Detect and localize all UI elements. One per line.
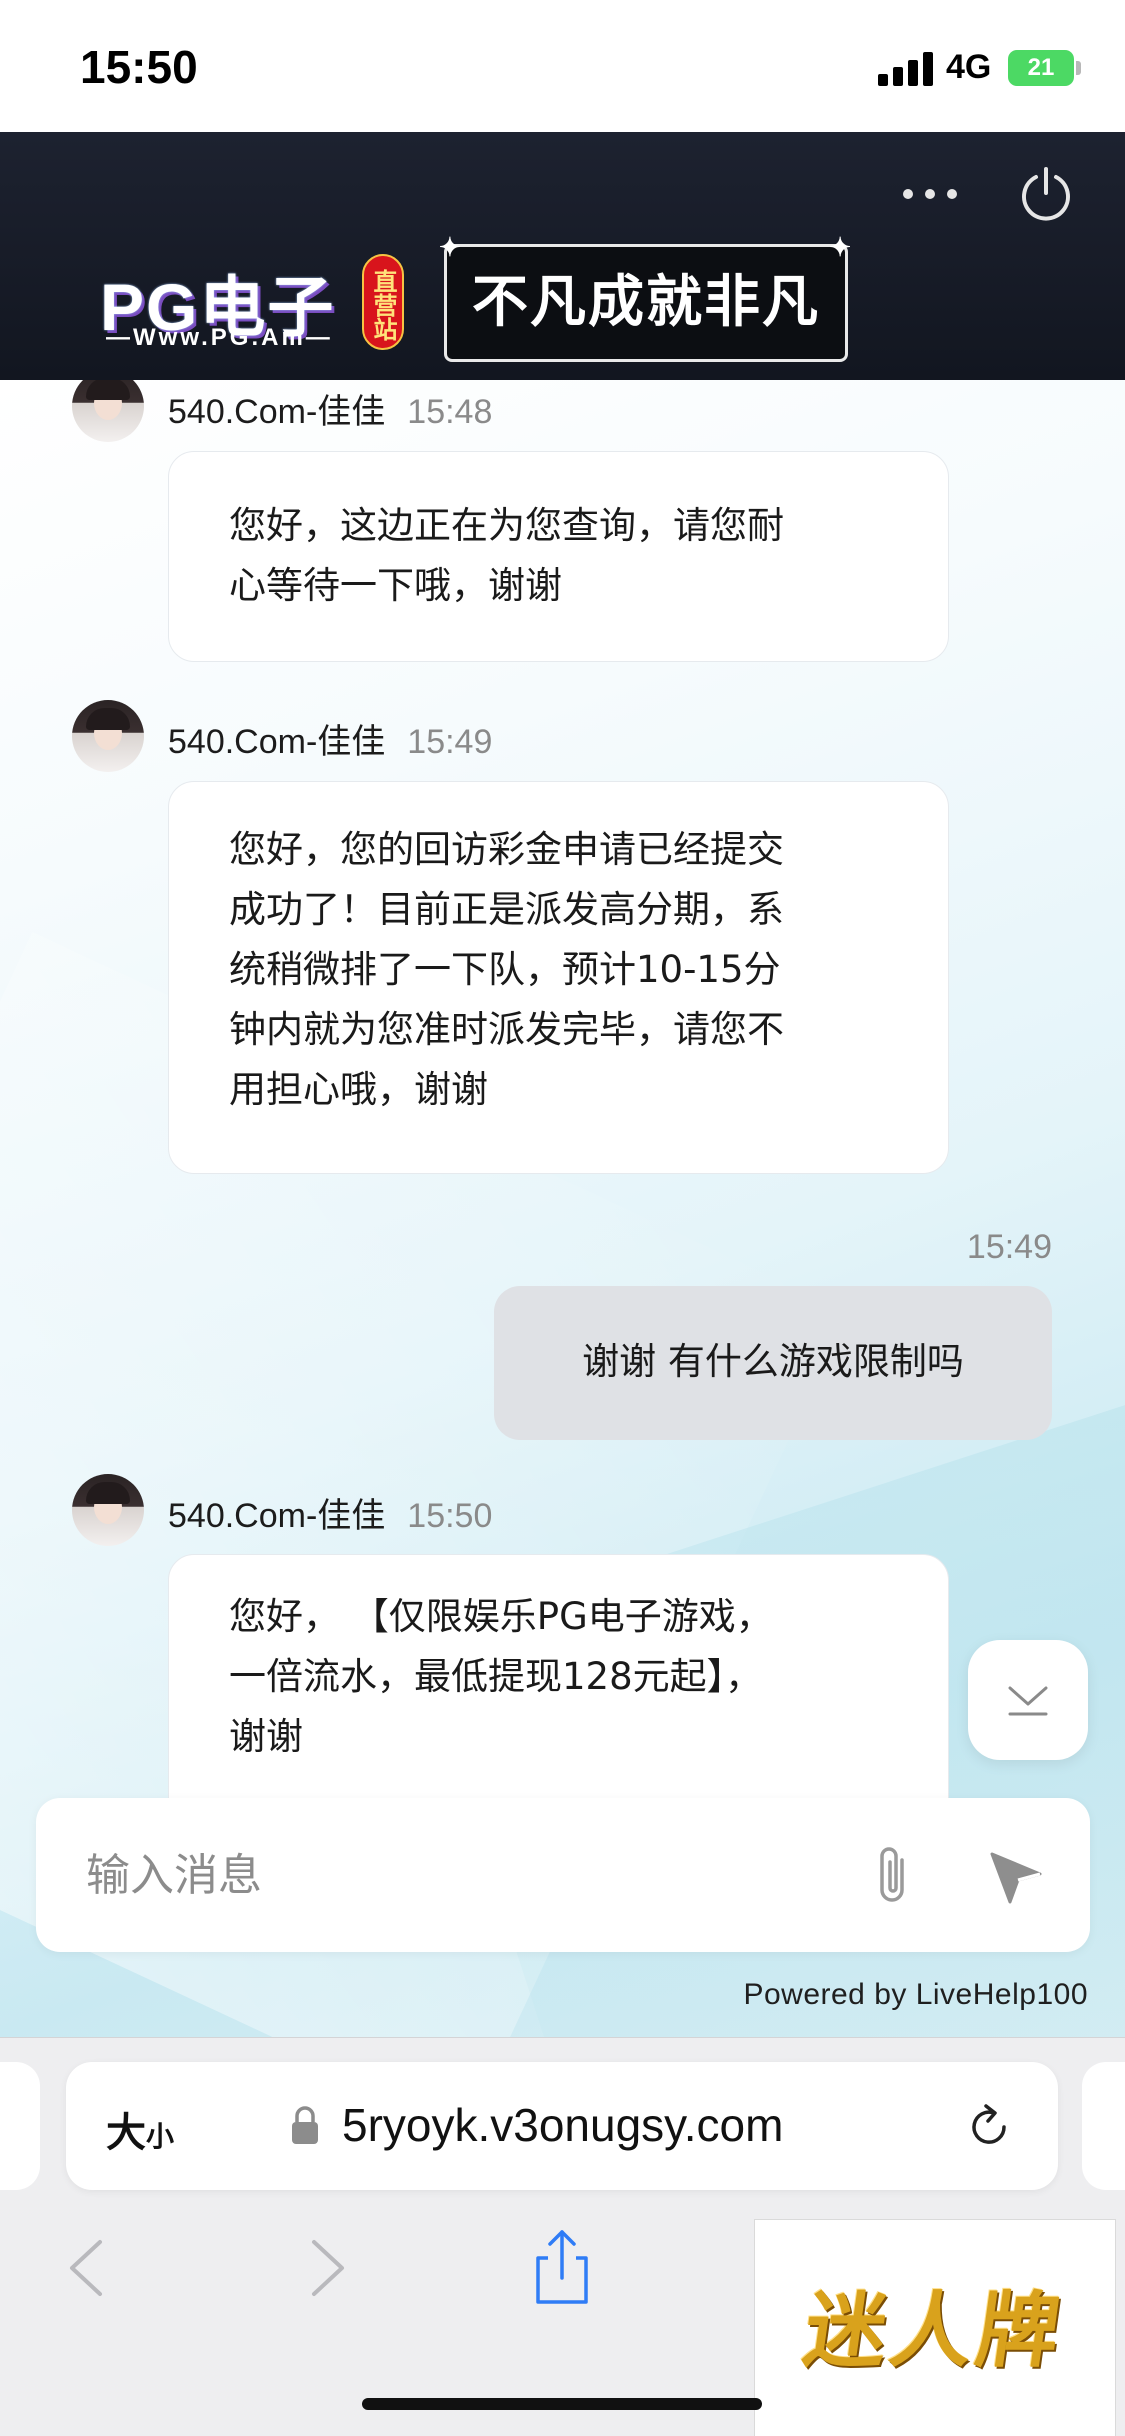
next-tab-peek[interactable] [1082, 2062, 1125, 2190]
brand-url: —Www.PG.Am— [106, 324, 333, 351]
message-time: 15:49 [407, 723, 493, 761]
text-size-small: 小 [146, 2120, 175, 2153]
ad-text: 迷人牌 [798, 2283, 1070, 2379]
message-line: 统稍微排了一下队，预计10-15分 [229, 948, 781, 991]
home-indicator [362, 2398, 762, 2410]
incoming-message-bubble: 您好，您的回访彩金申请已经提交 成功了！目前正是派发高分期，系 统稍微排了一下队… [168, 781, 949, 1174]
signal-strength-icon [878, 52, 933, 86]
message-input[interactable] [86, 1838, 846, 1912]
sender-name: 540.Com-佳佳 [168, 393, 386, 431]
power-icon[interactable] [1018, 165, 1074, 221]
agent-avatar [72, 1474, 144, 1546]
message-line: 您好，这边正在为您查询，请您耐 [229, 504, 784, 547]
outgoing-message-bubble: 谢谢 有什么游戏限制吗 [494, 1286, 1052, 1440]
message-meta: 540.Com-佳佳 15:49 [168, 714, 492, 763]
message-line: 用担心哦，谢谢 [229, 1068, 488, 1111]
message-meta: 540.Com-佳佳 15:48 [168, 384, 492, 433]
message-time: 15:48 [407, 393, 493, 431]
more-dots-icon[interactable] [900, 184, 960, 204]
message-line: 您好，您的回访彩金申请已经提交 [229, 828, 784, 871]
url-text[interactable]: 5ryoyk.v3onugsy.com [342, 2098, 783, 2152]
message-line: 一倍流水，最低提现128元起】， [229, 1655, 763, 1698]
message-line: 谢谢 有什么游戏限制吗 [582, 1340, 964, 1383]
slogan-banner: 不凡成就非凡 [439, 233, 853, 362]
brand-badge: 直营站 [362, 254, 404, 350]
forward-arrow-icon[interactable] [306, 2236, 350, 2300]
lock-icon [292, 2106, 318, 2144]
incoming-message-bubble: 您好，这边正在为您查询，请您耐 心等待一下哦，谢谢 [168, 451, 949, 662]
sender-name: 540.Com-佳佳 [168, 723, 386, 761]
back-arrow-icon[interactable] [64, 2236, 108, 2300]
status-bar: 15:50 4G 21 [0, 0, 1125, 132]
sender-name: 540.Com-佳佳 [168, 1497, 386, 1535]
battery-icon: 21 [1008, 50, 1074, 86]
advertisement-banner[interactable]: 迷人牌 [754, 2219, 1116, 2436]
message-line: 您好， 【仅限娱乐PG电子游戏， [229, 1595, 773, 1638]
chat-message-list[interactable]: 540.Com-佳佳 15:48 您好，这边正在为您查询，请您耐 心等待一下哦，谢… [0, 380, 1125, 2037]
message-time: 15:50 [407, 1497, 493, 1535]
browser-toolbar: 大小 5ryoyk.v3onugsy.com 迷人牌 [0, 2037, 1125, 2436]
text-size-button[interactable]: 大小 [106, 2100, 174, 2158]
previous-tab-peek[interactable] [0, 2062, 40, 2190]
reload-icon[interactable] [964, 2102, 1014, 2152]
send-icon[interactable] [986, 1848, 1046, 1908]
paperclip-icon[interactable] [868, 1842, 918, 1908]
battery-level: 21 [1027, 54, 1055, 81]
address-bar[interactable]: 大小 5ryoyk.v3onugsy.com [66, 2062, 1058, 2190]
battery-cap [1076, 61, 1081, 75]
text-size-big: 大 [106, 2110, 146, 2156]
chevron-down-icon [1008, 1686, 1048, 1716]
message-line: 心等待一下哦，谢谢 [229, 564, 562, 607]
agent-avatar [72, 700, 144, 772]
message-time: 15:49 [966, 1228, 1052, 1266]
brand-logo: PG电子 —Www.PG.Am— [100, 254, 400, 351]
status-time: 15:50 [80, 41, 198, 93]
scroll-to-bottom-button[interactable] [968, 1640, 1088, 1760]
message-meta: 540.Com-佳佳 15:50 [168, 1488, 492, 1537]
message-line: 成功了！目前正是派发高分期，系 [229, 888, 784, 931]
powered-by-label: Powered by LiveHelp100 [743, 1978, 1088, 2011]
chat-header: PG电子 —Www.PG.Am— 直营站 不凡成就非凡 [0, 132, 1125, 380]
share-icon[interactable] [530, 2228, 594, 2308]
agent-avatar [72, 380, 144, 442]
message-composer [36, 1798, 1090, 1952]
message-line: 谢谢 [229, 1715, 303, 1758]
network-type: 4G [946, 48, 992, 86]
message-line: 钟内就为您准时派发完毕，请您不 [229, 1008, 784, 1051]
